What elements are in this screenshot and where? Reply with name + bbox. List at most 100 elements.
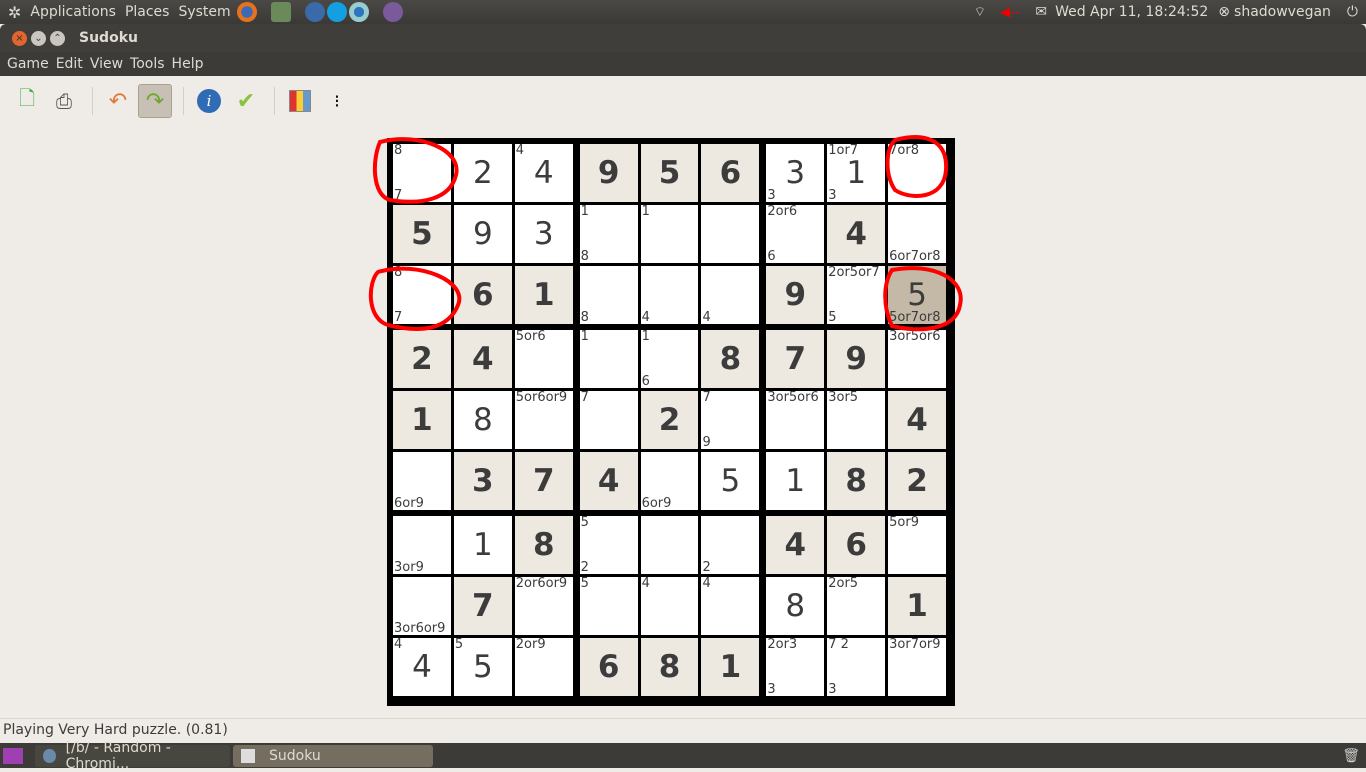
given-cell[interactable]: 5 [640, 144, 699, 202]
contacts-icon[interactable] [270, 2, 291, 22]
given-cell[interactable]: 6 [453, 266, 512, 324]
given-cell[interactable]: 6 [579, 638, 638, 696]
cell[interactable]: 5 5or7or8 [888, 266, 947, 325]
given-cell[interactable]: 1 [514, 266, 573, 324]
cell[interactable]: 2or9 [514, 637, 573, 696]
undo-button[interactable]: ↶ [101, 84, 135, 118]
applications-menu[interactable]: Applications [30, 4, 116, 20]
places-menu[interactable]: Places [125, 4, 170, 20]
cell[interactable]: 87 [393, 265, 451, 325]
given-cell[interactable]: 8 [514, 516, 573, 574]
new-game-button[interactable]: 🗋 [10, 84, 44, 118]
system-menu[interactable]: System [178, 4, 230, 20]
firefox-icon[interactable] [236, 2, 257, 22]
cell[interactable]: 6or7or8 [888, 205, 947, 264]
given-cell[interactable]: 2 [393, 330, 451, 388]
cell[interactable]: 8 [579, 266, 638, 325]
pidgin-icon[interactable] [382, 2, 403, 22]
cell[interactable]: 1 [579, 329, 638, 388]
cell[interactable]: 3or7or9 [888, 637, 947, 696]
cell[interactable]: 3or5or6 [766, 390, 825, 449]
cell[interactable]: 2or6or9 [514, 576, 573, 635]
cell[interactable]: 5or6 [514, 329, 573, 388]
redo-button[interactable]: ↷ [138, 84, 172, 118]
task-chromium[interactable]: [/b/ - Random - Chromi... [35, 740, 230, 772]
given-cell[interactable]: 1 [393, 391, 451, 449]
menu-help[interactable]: Help [172, 56, 204, 72]
cell[interactable]: 18 [579, 204, 638, 264]
given-cell[interactable]: 4 [827, 205, 886, 263]
cell[interactable]: 2or5 [827, 576, 886, 635]
cell[interactable] [640, 516, 699, 574]
cell[interactable]: 5or6or9 [514, 390, 573, 449]
cell[interactable]: 2or3 3 [766, 637, 825, 697]
given-cell[interactable]: 7 [514, 452, 573, 510]
cell[interactable]: 2or6 6 [766, 204, 825, 264]
tracker-button[interactable]: ⁝ [320, 84, 354, 118]
highlight-button[interactable] [283, 84, 317, 118]
given-cell[interactable]: 8 [640, 638, 699, 696]
cell[interactable]: 6or9 [640, 452, 699, 511]
cell[interactable]: 3or5 [827, 390, 886, 449]
cell[interactable]: 7 [579, 390, 638, 449]
check-button[interactable]: ✔ [229, 84, 263, 118]
minimize-icon[interactable]: ⌄ [31, 30, 46, 46]
given-cell[interactable]: 2 [888, 452, 947, 510]
cell[interactable]: 5 [701, 452, 760, 510]
cell[interactable]: 1 [453, 516, 512, 574]
given-cell[interactable]: 4 [766, 516, 825, 574]
given-cell[interactable]: 8 [827, 452, 886, 510]
maximize-icon[interactable]: ⌃ [50, 30, 65, 46]
cell[interactable]: 2or5or7 5 [827, 265, 886, 325]
given-cell[interactable]: 1 [701, 638, 760, 696]
cell[interactable]: 7or8 [888, 143, 947, 202]
given-cell[interactable]: 5 [393, 205, 451, 263]
trash-icon[interactable]: 🗑 [1342, 748, 1360, 764]
cell[interactable]: 55 [453, 637, 512, 696]
cell[interactable]: 2 [453, 144, 512, 202]
cell[interactable]: 1 [640, 204, 699, 263]
given-cell[interactable]: 2 [640, 391, 699, 449]
thunderbird-icon[interactable] [304, 2, 325, 22]
given-cell[interactable]: 6 [827, 516, 886, 574]
given-cell[interactable]: 4 [579, 452, 638, 510]
username[interactable]: shadowvegan [1234, 4, 1331, 20]
cell[interactable]: 8 [453, 391, 512, 449]
clock[interactable]: Wed Apr 11, 18:24:52 [1055, 4, 1208, 20]
cell[interactable]: 3or6or9 [393, 577, 451, 636]
close-icon[interactable]: × [12, 30, 27, 46]
given-cell[interactable]: 7 [766, 330, 825, 388]
cell[interactable]: 7 2 3 [827, 637, 886, 697]
show-desktop-icon[interactable] [3, 747, 23, 764]
chat-status-icon[interactable]: ⊗ [1218, 4, 1230, 20]
skype-icon[interactable] [326, 2, 347, 22]
given-cell[interactable]: 1 [888, 577, 947, 635]
cell[interactable]: 3or5or6 [888, 329, 947, 388]
cell[interactable]: 8 [766, 577, 825, 635]
chromium-icon[interactable] [348, 2, 369, 22]
cell[interactable]: 4 [640, 266, 699, 325]
cell[interactable]: 44 [393, 637, 451, 696]
given-cell[interactable]: 4 [453, 330, 512, 388]
cell[interactable]: 5or9 [888, 515, 947, 574]
cell[interactable]: 2 [701, 516, 760, 575]
mail-icon[interactable]: ✉ [1035, 4, 1047, 20]
cell[interactable]: 1or7 1 3 [827, 143, 886, 203]
given-cell[interactable]: 8 [701, 330, 760, 388]
cell[interactable]: 4 [640, 576, 699, 635]
cell[interactable]: 1 [766, 452, 825, 510]
cell[interactable]: 87 [393, 143, 451, 203]
cell[interactable]: 44 [514, 143, 573, 202]
volume-muted-icon[interactable]: ◀-- [1000, 5, 1019, 20]
info-button[interactable]: i [192, 84, 226, 118]
power-icon[interactable]: ⏻ [1347, 4, 1358, 20]
given-cell[interactable]: 7 [453, 577, 512, 635]
wifi-icon[interactable]: ⌔ [974, 4, 986, 20]
menu-view[interactable]: View [90, 56, 123, 72]
ubuntu-logo-icon[interactable]: ✲ [8, 3, 21, 22]
cell[interactable]: 6or9 [393, 452, 451, 511]
cell[interactable]: 3or9 [393, 516, 451, 575]
given-cell[interactable]: 3 [453, 452, 512, 510]
given-cell[interactable]: 9 [766, 266, 825, 324]
cell[interactable]: 52 [579, 515, 638, 575]
